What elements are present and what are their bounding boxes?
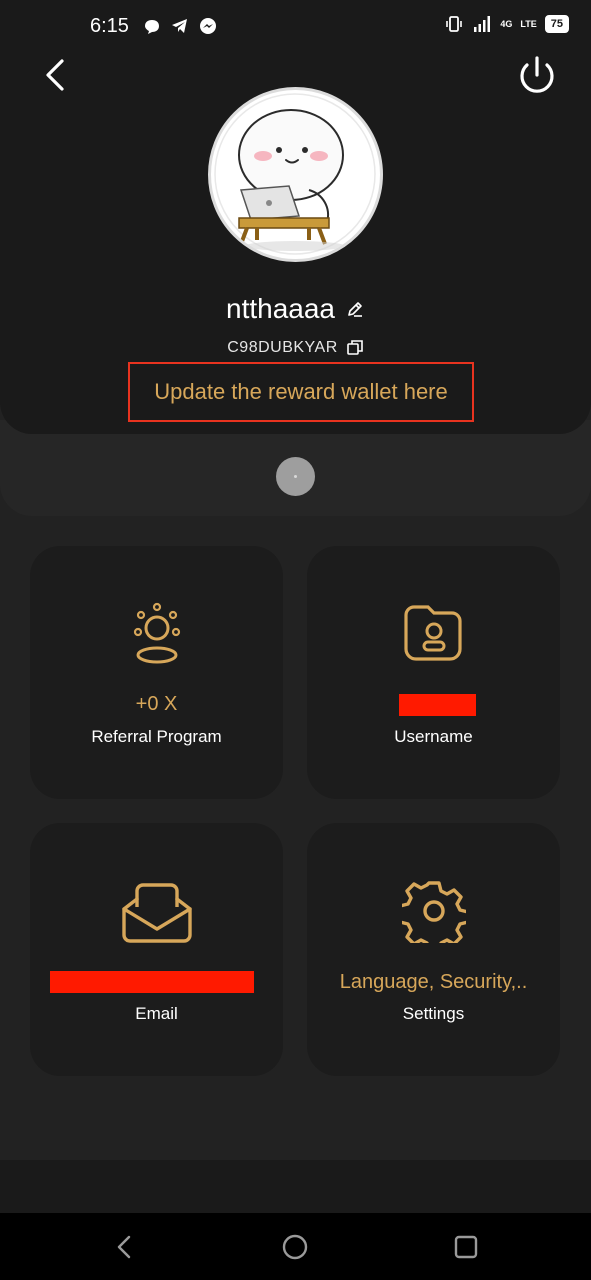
status-time: 6:15 <box>90 15 129 37</box>
settings-summary: Language, Security,.. <box>339 971 528 993</box>
envelope-icon <box>30 881 283 945</box>
referral-program-label: Referral Program <box>91 727 222 746</box>
network-badge: 4G <box>500 18 513 29</box>
messenger-icon <box>200 18 216 34</box>
people-icon <box>30 602 283 666</box>
battery-icon: 75 <box>544 15 569 33</box>
username-value-redacted <box>399 694 476 716</box>
system-icons: 4G LTE 75 <box>444 14 569 34</box>
username-label: Username <box>394 727 473 746</box>
email-card[interactable]: Email <box>30 823 283 1076</box>
username-card[interactable]: Username <box>307 546 560 799</box>
username-row: ntthaaaa <box>0 293 591 325</box>
signal-icon <box>474 16 491 32</box>
notification-icons <box>142 16 218 36</box>
user-code: C98DUBKYAR <box>227 339 338 356</box>
pencil-icon[interactable] <box>345 299 365 319</box>
username-text: ntthaaaa <box>226 293 335 324</box>
telegram-icon <box>172 19 187 33</box>
profile-header: 6:15 4G LTE 75 ntthaaaa C98DUBKYAR Updat… <box>0 0 591 434</box>
vibrate-icon <box>446 16 463 32</box>
power-icon[interactable] <box>515 54 559 98</box>
reward-wallet-link[interactable]: Update the reward wallet here <box>128 362 474 422</box>
page-indicator-dot[interactable] <box>276 457 315 496</box>
nav-recents-icon[interactable] <box>452 1233 480 1261</box>
referral-program-card[interactable]: +0 X Referral Program <box>30 546 283 799</box>
settings-card[interactable]: Language, Security,.. Settings <box>307 823 560 1076</box>
system-nav-bar <box>0 1213 591 1280</box>
referral-count: +0 X <box>135 693 178 715</box>
back-icon[interactable] <box>36 55 76 95</box>
nav-home-icon[interactable] <box>281 1233 309 1261</box>
settings-label: Settings <box>402 1004 465 1023</box>
gear-icon <box>307 879 560 943</box>
nav-back-icon[interactable] <box>110 1233 138 1261</box>
email-value-redacted <box>50 971 254 993</box>
volte-badge: LTE <box>520 18 537 29</box>
avatar-illustration <box>214 93 376 255</box>
avatar[interactable] <box>208 87 383 262</box>
copy-icon[interactable] <box>346 339 364 357</box>
bottom-spacer <box>0 1160 591 1214</box>
user-code-row: C98DUBKYAR <box>0 339 591 357</box>
chat-bubble-icon <box>145 20 159 34</box>
email-label: Email <box>135 1004 178 1023</box>
status-bar: 6:15 4G LTE 75 <box>0 0 591 54</box>
profile-icon <box>307 603 560 663</box>
